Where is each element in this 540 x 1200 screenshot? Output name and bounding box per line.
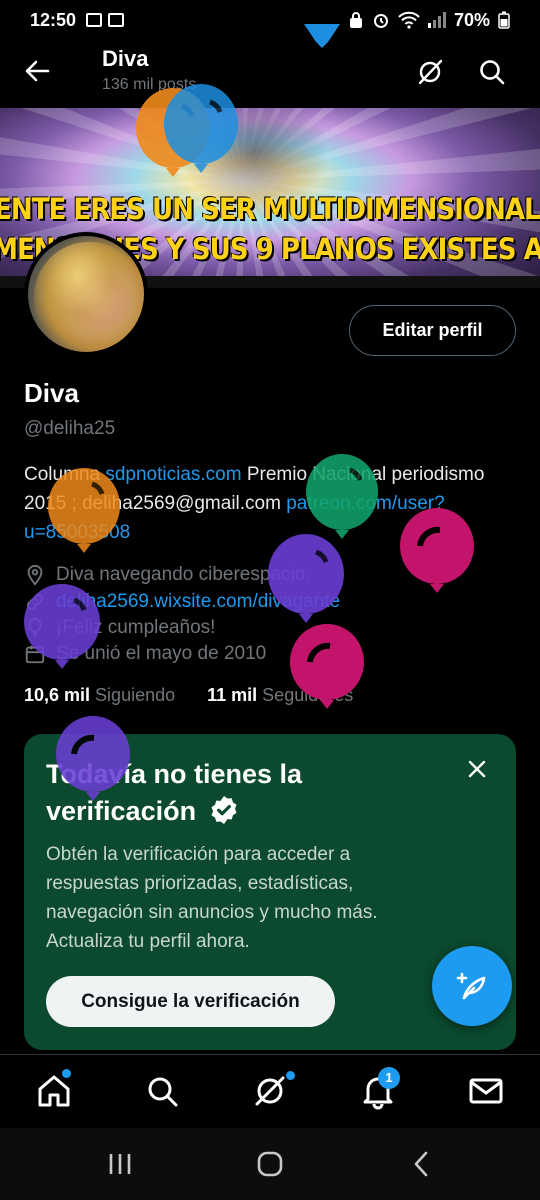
balloon-decoration — [164, 84, 238, 173]
back-arrow-icon[interactable] — [22, 56, 52, 86]
alarm-icon — [373, 14, 388, 28]
compose-feather-icon — [456, 972, 486, 1000]
status-time: 12:50 — [30, 9, 77, 30]
verification-card-text: Obtén la verificación para acceder a res… — [46, 844, 378, 952]
notifications-badge: 1 — [378, 1067, 400, 1089]
system-back-icon[interactable] — [408, 1150, 436, 1178]
close-icon[interactable] — [464, 756, 490, 782]
get-verified-button[interactable]: Consigue la verificación — [46, 976, 335, 1027]
status-bar: 12:50 70% — [0, 0, 540, 40]
balloon-decoration — [56, 716, 130, 801]
header-name: Diva — [102, 46, 149, 71]
balloon-decoration — [304, 24, 340, 48]
recent-apps-icon[interactable] — [106, 1150, 134, 1178]
balloon-decoration — [268, 534, 344, 623]
home-button-icon[interactable] — [256, 1150, 284, 1178]
grok-icon[interactable] — [414, 56, 446, 88]
youtube-icon — [108, 13, 125, 27]
balloon-decoration — [48, 468, 120, 553]
search-icon[interactable] — [142, 1071, 182, 1111]
home-unread-dot — [62, 1069, 71, 1078]
balloon-decoration — [24, 584, 100, 669]
gallery-icon — [86, 13, 103, 27]
avatar[interactable] — [24, 232, 148, 356]
bio-link-sdpnoticias[interactable]: sdpnoticias.com — [105, 464, 241, 485]
search-icon[interactable] — [476, 56, 508, 88]
banner-text-line-1: ENTE ERES UN SER MULTIDIMENSIONAL — [0, 192, 540, 226]
grok-unread-dot — [286, 1071, 295, 1080]
balloon-decoration — [400, 508, 474, 593]
battery-icon — [498, 11, 510, 29]
bottom-navigation: 1 — [0, 1054, 540, 1128]
profile-header: Diva 136 mil posts — [0, 40, 540, 104]
profile-handle: @deliha25 — [24, 418, 116, 439]
following-link[interactable]: 10,6 mil Siguiendo — [24, 685, 175, 706]
system-navigation-bar — [0, 1128, 540, 1200]
messages-icon[interactable] — [466, 1071, 506, 1111]
profile-name: Diva — [24, 378, 79, 408]
balloon-decoration — [290, 624, 364, 709]
wifi-icon — [398, 11, 420, 29]
grok-icon[interactable] — [250, 1071, 290, 1111]
edit-profile-button[interactable]: Editar perfil — [349, 305, 516, 356]
verified-badge-icon — [211, 796, 237, 824]
battery-percent: 70% — [453, 9, 490, 30]
lock-icon — [349, 12, 362, 28]
compose-post-button[interactable] — [432, 946, 512, 1026]
signal-icon — [427, 12, 446, 28]
